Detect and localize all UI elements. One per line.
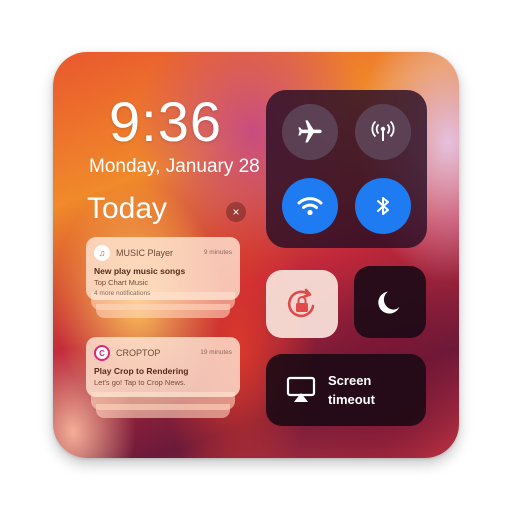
- rotation-lock-button[interactable]: [266, 270, 338, 338]
- airplane-mode-toggle[interactable]: [282, 104, 338, 160]
- clear-notifications-button[interactable]: ×: [226, 202, 246, 222]
- notification-time: 9 minutes: [203, 249, 232, 256]
- cellular-data-toggle[interactable]: [355, 104, 411, 160]
- notification-app-name: MUSIC Player: [116, 248, 174, 258]
- rotation-lock-icon: [287, 288, 315, 318]
- notification-title: New play music songs: [94, 266, 186, 276]
- close-icon: ×: [232, 205, 240, 219]
- antenna-icon: [371, 120, 395, 141]
- clock-time: 9:36: [109, 90, 222, 153]
- bluetooth-icon: [377, 197, 389, 215]
- notification-time: 19 minutes: [200, 349, 232, 356]
- moon-icon: [378, 291, 400, 314]
- bluetooth-toggle[interactable]: [355, 178, 411, 234]
- notification-app-name: CROPTOP: [116, 348, 161, 358]
- do-not-disturb-button[interactable]: [354, 266, 426, 338]
- date-label: Monday, January 28: [89, 156, 260, 177]
- wifi-toggle[interactable]: [282, 178, 338, 234]
- music-note-icon: ♫: [94, 245, 110, 261]
- screen-timeout-button[interactable]: Screen timeout: [266, 354, 426, 426]
- notification-croptop[interactable]: C CROPTOP 19 minutes Play Crop to Render…: [86, 337, 240, 397]
- screen-timeout-label-line1: Screen: [328, 373, 372, 388]
- notification-subtitle: Top Chart Music: [94, 278, 149, 287]
- airplay-icon: [286, 376, 316, 402]
- notification-subtitle: Let's go! Tap to Crop News.: [94, 378, 186, 387]
- airplane-icon: [298, 120, 322, 143]
- croptop-icon: C: [94, 345, 110, 361]
- notification-music-player[interactable]: ♫ MUSIC Player 9 minutes New play music …: [86, 237, 240, 300]
- today-heading: Today: [87, 192, 168, 225]
- screen-timeout-label-line2: timeout: [328, 392, 375, 407]
- more-notifications-label[interactable]: 4 more notifications: [94, 290, 150, 297]
- connectivity-panel: [266, 90, 427, 248]
- notification-title: Play Crop to Rendering: [94, 366, 189, 376]
- wifi-icon: [297, 197, 323, 216]
- app-icon-card: 9:36 Monday, January 28 Today × ♫ MUSIC …: [53, 52, 459, 458]
